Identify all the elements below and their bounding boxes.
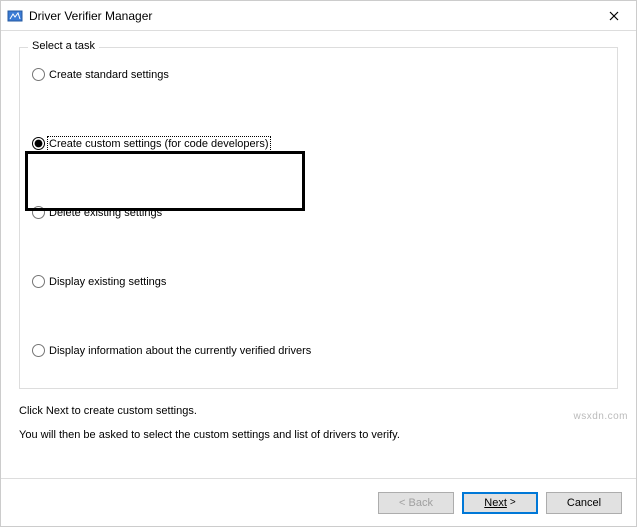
instructions-block: Click Next to create custom settings. Yo… — [19, 405, 618, 441]
close-button[interactable] — [594, 2, 634, 30]
radio-row-standard[interactable]: Create standard settings — [32, 66, 605, 83]
instruction-line-2: You will then be asked to select the cus… — [19, 429, 618, 441]
watermark-text: wsxdn.com — [573, 411, 628, 422]
group-legend: Select a task — [28, 40, 99, 52]
radio-label-custom[interactable]: Create custom settings (for code develop… — [49, 138, 269, 150]
titlebar: Driver Verifier Manager — [1, 1, 636, 31]
back-button: < Back — [378, 492, 454, 514]
window: Driver Verifier Manager Select a task Cr… — [0, 0, 637, 527]
radio-custom[interactable] — [32, 137, 45, 150]
task-groupbox: Select a task Create standard settings C… — [19, 47, 618, 389]
radio-label-standard[interactable]: Create standard settings — [49, 69, 169, 81]
chevron-right-icon: > — [510, 497, 516, 508]
app-icon — [7, 8, 23, 24]
radio-label-info[interactable]: Display information about the currently … — [49, 345, 311, 357]
cancel-label: Cancel — [567, 497, 601, 509]
radio-delete[interactable] — [32, 206, 45, 219]
radio-label-delete[interactable]: Delete existing settings — [49, 207, 162, 219]
radio-info[interactable] — [32, 344, 45, 357]
radio-row-display[interactable]: Display existing settings — [32, 273, 605, 290]
close-icon — [609, 8, 619, 24]
cancel-button[interactable]: Cancel — [546, 492, 622, 514]
radio-list: Create standard settings Create custom s… — [32, 66, 605, 359]
next-label-prefix: Next — [484, 497, 507, 509]
radio-row-custom[interactable]: Create custom settings (for code develop… — [32, 135, 605, 152]
window-title: Driver Verifier Manager — [29, 9, 594, 23]
instruction-line-1: Click Next to create custom settings. — [19, 405, 618, 417]
content-area: Select a task Create standard settings C… — [1, 31, 636, 478]
radio-row-delete[interactable]: Delete existing settings — [32, 204, 605, 221]
back-label: < Back — [399, 497, 433, 509]
radio-display[interactable] — [32, 275, 45, 288]
wizard-footer: < Back Next > Cancel — [1, 478, 636, 526]
radio-label-display[interactable]: Display existing settings — [49, 276, 166, 288]
next-button[interactable]: Next > — [462, 492, 538, 514]
radio-row-info[interactable]: Display information about the currently … — [32, 342, 605, 359]
radio-standard[interactable] — [32, 68, 45, 81]
